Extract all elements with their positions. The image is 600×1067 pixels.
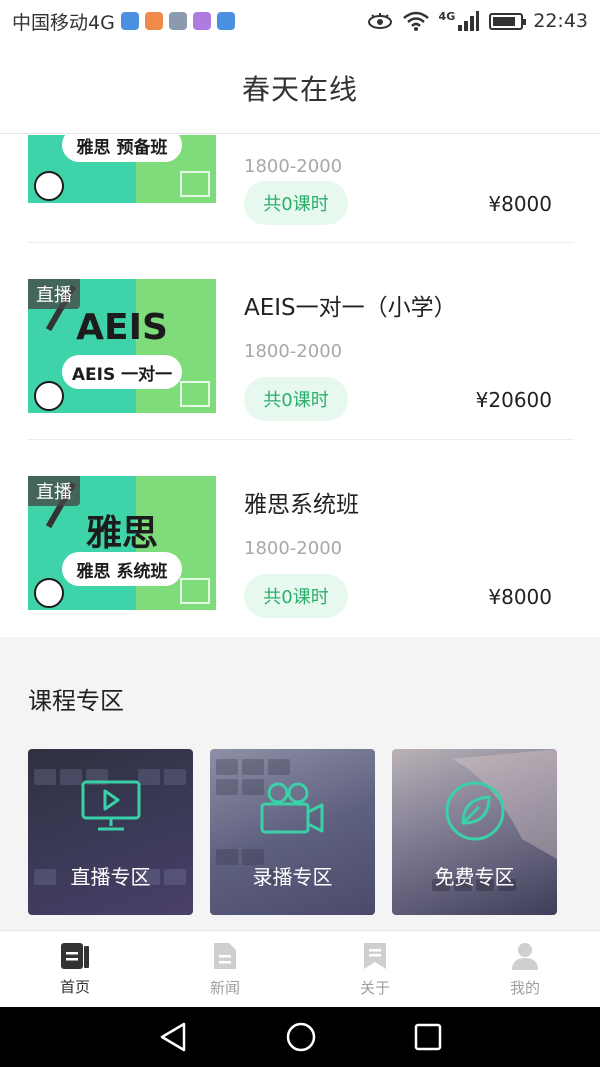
book-icon [180,171,210,197]
course-price: ¥20600 [475,388,552,412]
nav-label: 关于 [359,978,390,997]
nav-item-home[interactable]: 首页 [0,931,150,1007]
course-thumbnail: AEIS AEIS 一对一 直播 [28,279,216,413]
recents-square-icon[interactable] [414,1023,442,1051]
home-book-icon [61,942,89,969]
notification-image-icon [168,12,187,30]
notification-shield-icon [216,12,235,30]
bookmark-icon [364,942,386,969]
course-price: ¥8000 [488,192,552,216]
bottom-nav: 首页 新闻 关于 我的 [0,930,600,1007]
section-title: 课程专区 [28,687,124,715]
thumb-subtitle: 雅思 系统班 [62,552,182,586]
course-row[interactable]: AEIS AEIS 一对一 直播 AEIS一对一（小学） 1800-2000 共… [28,243,574,440]
nav-item-me[interactable]: 我的 [450,931,600,1007]
clock-icon [34,171,64,201]
user-icon [512,942,538,970]
notification-shield-icon [120,12,139,30]
course-thumbnail: 雅思 雅思 系统班 直播 [28,476,216,610]
course-name[interactable]: AEIS一对一（小学） [244,288,457,322]
notification-app-icon [144,12,163,30]
course-thumbnail: 雅思 雅思 预备班 [28,135,216,203]
live-tag: 直播 [28,279,80,309]
course-name[interactable]: 雅思系统班 [244,485,359,519]
thumb-subtitle: 雅思 预备班 [62,135,182,162]
course-price: ¥8000 [488,585,552,609]
nav-label: 我的 [509,978,540,997]
book-icon [180,381,210,407]
course-time: 1800-2000 [244,538,343,559]
lesson-count-badge: 共0课时 [244,181,348,225]
zone-label: 免费专区 [434,865,515,889]
thumb-subtitle: AEIS 一对一 [62,355,182,389]
nav-item-about[interactable]: 关于 [300,931,450,1007]
video-camera-icon [260,782,323,834]
signal-4g-badge: 4G [438,9,456,23]
leaf-icon [445,781,504,841]
course-row[interactable]: 雅思 雅思 预备班 1800-2000 共0课时 ¥8000 [28,135,574,243]
notification-message-icon [192,12,211,30]
course-row[interactable]: 雅思 雅思 系统班 直播 雅思系统班 1800-2000 共0课时 ¥8000 [28,440,574,637]
live-tag: 直播 [28,476,80,506]
thumb-title: AEIS [76,307,168,348]
carrier-label: 中国移动4G [12,11,115,34]
clock-time: 22:43 [533,10,588,32]
status-bar: 中国移动4G 4G 22:43 [0,0,600,42]
system-nav-bar [0,1007,600,1067]
status-left: 中国移动4G [12,8,235,35]
course-list[interactable]: 雅思 雅思 预备班 1800-2000 共0课时 ¥8000 AEIS AEIS… [0,135,600,637]
zone-card-live[interactable]: 直播专区 [28,749,193,915]
monitor-play-icon [81,780,140,831]
lesson-count-badge: 共0课时 [244,574,348,618]
battery-icon [489,12,527,30]
wifi-icon [402,11,429,31]
document-icon [214,942,236,969]
course-time: 1800-2000 [244,156,343,177]
eye-icon [367,13,392,29]
status-right: 4G 22:43 [367,10,588,32]
clock-icon [34,381,64,411]
nav-item-news[interactable]: 新闻 [150,931,300,1007]
lesson-count-badge: 共0课时 [244,377,348,421]
title-bar: 春天在线 [0,42,600,134]
nav-label: 新闻 [209,978,240,997]
course-zone-section: 课程专区 直播专区 录播专区 免费专区 [0,637,600,930]
clock-icon [34,578,64,608]
zone-label: 直播专区 [70,865,151,889]
course-time: 1800-2000 [244,341,343,362]
page-title: 春天在线 [241,72,358,106]
zone-card-recorded[interactable]: 录播专区 [210,749,375,915]
home-circle-icon[interactable] [285,1021,317,1053]
nav-label: 首页 [59,977,90,996]
zone-label: 录播专区 [252,865,333,889]
back-triangle-icon[interactable] [158,1021,188,1053]
book-icon [180,578,210,604]
zone-card-free[interactable]: 免费专区 [392,749,557,915]
signal-strength-icon [458,11,480,31]
thumb-title: 雅思 [85,513,158,554]
